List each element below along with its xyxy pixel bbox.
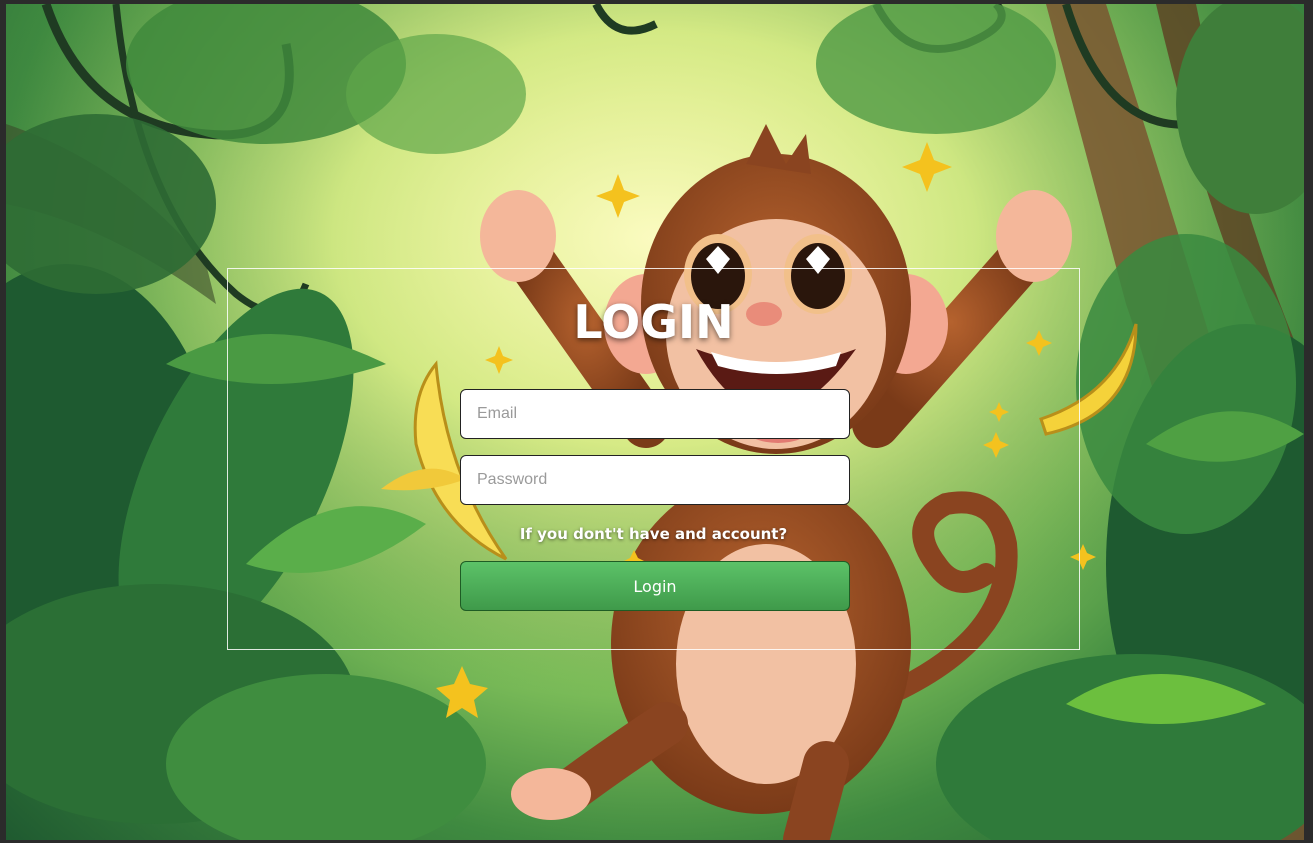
login-button[interactable]: Login	[460, 561, 850, 611]
login-title: LOGIN	[573, 295, 734, 349]
page-frame: LOGIN If you dont't have and account? Lo…	[6, 4, 1304, 840]
signup-link[interactable]: If you dont't have and account?	[228, 525, 1079, 543]
email-field[interactable]	[460, 389, 850, 439]
password-field[interactable]	[460, 455, 850, 505]
login-form: LOGIN If you dont't have and account? Lo…	[227, 268, 1080, 650]
